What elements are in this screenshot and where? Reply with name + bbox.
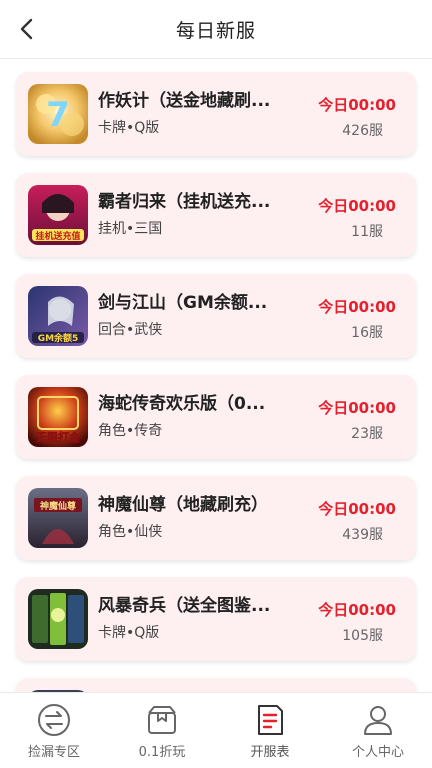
game-icon-shenmoxianzun: 神魔仙尊 [28,488,88,548]
tab-label: 个人中心 [351,745,404,760]
game-name: 神魔仙尊（地藏刷充） [98,495,268,515]
game-card[interactable]: 神魔仙尊 神魔仙尊（地藏刷充） 角色•仙侠 今日00:00 439服 [16,476,416,560]
tab-label: 捡漏专区 [27,745,80,760]
back-button[interactable] [10,12,44,46]
svg-text:无限打金: 无限打金 [35,430,81,444]
server-number: 439服 [342,527,383,543]
tab-label: 开服表 [250,745,290,760]
svg-text:7: 7 [46,95,70,135]
exchange-icon [38,704,70,736]
open-time: 今日00:00 [318,298,396,316]
bottom-tab-bar: 捡漏专区 0.1折玩 开服表 个人中心 [0,692,432,768]
server-number: 105服 [342,628,383,644]
game-tags: 卡牌•Q版 [98,120,160,136]
header-divider [0,58,432,59]
game-name: 剑与江山（GM余额... [98,293,268,313]
game-card[interactable]: 无限打金 海蛇传奇欢乐版（0... 角色•传奇 今日00:00 23服 [16,375,416,459]
game-name: 海蛇传奇欢乐版（0... [98,394,266,414]
svg-text:GM余额5: GM余额5 [38,332,79,344]
open-time: 今日00:00 [318,500,396,518]
tab-profile[interactable]: 个人中心 [324,693,432,768]
tab-bargain-zone[interactable]: 捡漏专区 [0,693,108,768]
server-list[interactable]: 7 作妖计（送金地藏刷... 卡牌•Q版 今日00:00 426服 挂机送充值 [0,60,432,692]
server-number: 23服 [351,426,383,442]
user-icon [364,706,392,735]
app-header: 每日新服 [0,0,432,58]
open-time: 今日00:00 [318,96,396,114]
server-number: 426服 [342,123,383,139]
game-name: 霸者归来（挂机送充... [98,192,271,212]
tab-discount[interactable]: 0.1折玩 [108,693,216,768]
game-name: 作妖计（送金地藏刷... [98,91,271,111]
server-number: 11服 [351,224,383,240]
game-icon-fengbaoqibing [28,589,88,649]
game-card-partial[interactable] [16,678,416,692]
page-title: 每日新服 [175,19,256,42]
game-icon-zuoyaoji: 7 [28,84,88,144]
game-tags: 角色•仙侠 [98,524,163,540]
open-time: 今日00:00 [318,399,396,417]
game-name: 风暴奇兵（送全图鉴... [98,596,271,616]
server-number: 16服 [351,325,383,341]
tab-server-list[interactable]: 开服表 [216,693,324,768]
gift-box-icon [148,706,176,734]
game-card[interactable]: 挂机送充值 霸者归来（挂机送充... 挂机•三国 今日00:00 11服 [16,173,416,257]
svg-text:挂机送充值: 挂机送充值 [35,230,80,242]
game-icon-jianyujiangshan: GM余额5 [28,286,88,346]
game-tags: 挂机•三国 [98,221,163,237]
game-icon-haishechuanqi: 无限打金 [28,387,88,447]
game-card[interactable]: 风暴奇兵（送全图鉴... 卡牌•Q版 今日00:00 105服 [16,577,416,661]
game-card[interactable]: 7 作妖计（送金地藏刷... 卡牌•Q版 今日00:00 426服 [16,72,416,156]
game-icon-bazheguilai: 挂机送充值 [28,185,88,245]
game-card[interactable]: GM余额5 剑与江山（GM余额... 回合•武侠 今日00:00 16服 [16,274,416,358]
open-time: 今日00:00 [318,197,396,215]
svg-text:神魔仙尊: 神魔仙尊 [40,500,76,512]
open-time: 今日00:00 [318,601,396,619]
game-tags: 角色•传奇 [98,423,163,439]
game-tags: 卡牌•Q版 [98,625,160,641]
chevron-left-icon [20,18,33,40]
document-list-icon [258,705,283,735]
game-tags: 回合•武侠 [98,322,163,338]
tab-label: 0.1折玩 [138,745,186,760]
